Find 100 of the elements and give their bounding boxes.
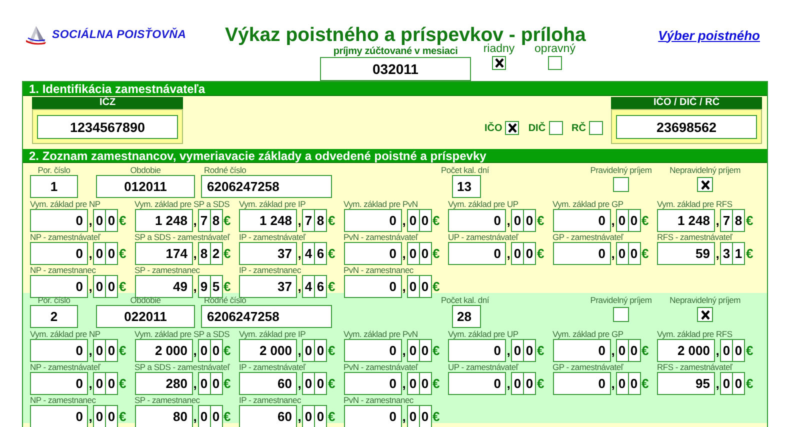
digit-field[interactable]: 0 <box>406 339 420 362</box>
digit-field[interactable]: 0 <box>302 372 315 395</box>
amount-field[interactable]: 0 <box>344 405 402 427</box>
amount-field[interactable]: 49 <box>134 275 192 298</box>
digit-field[interactable]: 7 <box>720 209 733 232</box>
digit-field[interactable]: 0 <box>93 242 106 265</box>
digit-field[interactable]: 7 <box>302 209 315 232</box>
digit-field[interactable]: 0 <box>105 372 118 395</box>
amount-field[interactable]: 0 <box>448 339 506 362</box>
amount-field[interactable]: 0 <box>30 242 88 265</box>
digit-field[interactable]: 0 <box>418 242 432 265</box>
input-field[interactable]: 022011 <box>96 305 195 328</box>
digit-field[interactable]: 0 <box>406 275 420 298</box>
checkbox[interactable] <box>613 307 629 322</box>
digit-field[interactable]: 0 <box>732 339 745 362</box>
amount-field[interactable]: 0 <box>448 242 506 265</box>
digit-field[interactable]: 0 <box>720 372 733 395</box>
input-field[interactable]: 6206247258 <box>201 305 332 328</box>
checkbox[interactable] <box>589 121 603 135</box>
digit-field[interactable]: 0 <box>105 209 118 232</box>
digit-field[interactable]: 0 <box>210 405 222 427</box>
digit-field[interactable]: 0 <box>406 405 420 427</box>
digit-field[interactable]: 0 <box>511 372 524 395</box>
amount-field[interactable]: 0 <box>552 242 610 265</box>
digit-field[interactable]: 0 <box>523 209 536 232</box>
digit-field[interactable]: 1 <box>732 242 745 265</box>
input-field[interactable]: 1 <box>30 175 78 198</box>
digit-field[interactable]: 0 <box>93 405 106 427</box>
digit-field[interactable]: 0 <box>105 275 118 298</box>
digit-field[interactable]: 4 <box>302 242 315 265</box>
digit-field[interactable]: 8 <box>314 209 327 232</box>
digit-field[interactable]: 0 <box>198 372 210 395</box>
digit-field[interactable]: 0 <box>628 209 640 232</box>
amount-field[interactable]: 0 <box>448 209 506 232</box>
amount-field[interactable]: 95 <box>657 372 715 395</box>
digit-field[interactable]: 0 <box>628 372 640 395</box>
amount-field[interactable]: 0 <box>344 242 402 265</box>
digit-field[interactable]: 0 <box>720 339 733 362</box>
checkbox[interactable] <box>505 121 520 135</box>
amount-field[interactable]: 2 000 <box>134 339 192 362</box>
amount-field[interactable]: 1 248 <box>239 209 297 232</box>
amount-field[interactable]: 0 <box>344 209 402 232</box>
digit-field[interactable]: 0 <box>418 209 432 232</box>
digit-field[interactable]: 6 <box>314 242 327 265</box>
amount-field[interactable]: 80 <box>134 405 192 427</box>
amount-field[interactable]: 2 000 <box>239 339 297 362</box>
digit-field[interactable]: 0 <box>628 242 640 265</box>
input-field[interactable]: 1234567890 <box>37 115 178 139</box>
amount-field[interactable]: 174 <box>134 242 192 265</box>
digit-field[interactable]: 0 <box>314 405 327 427</box>
amount-field[interactable]: 0 <box>344 339 402 362</box>
digit-field[interactable]: 0 <box>511 242 524 265</box>
amount-field[interactable]: 0 <box>30 372 88 395</box>
digit-field[interactable]: 0 <box>314 372 327 395</box>
digit-field[interactable]: 0 <box>93 209 106 232</box>
digit-field[interactable]: 0 <box>406 372 420 395</box>
amount-field[interactable]: 1 248 <box>657 209 715 232</box>
checkbox[interactable] <box>492 56 506 70</box>
digit-field[interactable]: 0 <box>418 405 432 427</box>
amount-field[interactable]: 60 <box>239 405 297 427</box>
amount-field[interactable]: 37 <box>239 242 297 265</box>
input-field[interactable]: 032011 <box>320 57 471 81</box>
amount-field[interactable]: 0 <box>30 209 88 232</box>
amount-field[interactable]: 0 <box>552 209 610 232</box>
digit-field[interactable]: 0 <box>198 339 210 362</box>
input-field[interactable]: 012011 <box>96 175 195 198</box>
link[interactable]: Výber poistného <box>658 28 760 42</box>
digit-field[interactable]: 0 <box>93 372 106 395</box>
input-field[interactable]: 2 <box>30 305 78 328</box>
digit-field[interactable]: 8 <box>732 209 745 232</box>
amount-field[interactable]: 0 <box>30 275 88 298</box>
digit-field[interactable]: 0 <box>93 339 106 362</box>
digit-field[interactable]: 3 <box>720 242 733 265</box>
digit-field[interactable]: 0 <box>302 339 315 362</box>
digit-field[interactable]: 0 <box>418 339 432 362</box>
amount-field[interactable]: 2 000 <box>657 339 715 362</box>
digit-field[interactable]: 9 <box>198 275 210 298</box>
amount-field[interactable]: 0 <box>448 372 506 395</box>
amount-field[interactable]: 60 <box>239 372 297 395</box>
amount-field[interactable]: 0 <box>344 372 402 395</box>
digit-field[interactable]: 0 <box>406 242 420 265</box>
input-field[interactable]: 28 <box>452 305 481 328</box>
digit-field[interactable]: 0 <box>314 339 327 362</box>
digit-field[interactable]: 0 <box>511 209 524 232</box>
input-field[interactable]: 23698562 <box>616 115 757 139</box>
checkbox[interactable] <box>548 56 562 70</box>
digit-field[interactable]: 0 <box>105 242 118 265</box>
digit-field[interactable]: 0 <box>523 372 536 395</box>
digit-field[interactable]: 6 <box>314 275 327 298</box>
digit-field[interactable]: 0 <box>418 372 432 395</box>
digit-field[interactable]: 0 <box>616 209 628 232</box>
digit-field[interactable]: 0 <box>511 339 524 362</box>
digit-field[interactable]: 0 <box>628 339 640 362</box>
digit-field[interactable]: 0 <box>105 339 118 362</box>
digit-field[interactable]: 0 <box>93 275 106 298</box>
digit-field[interactable]: 0 <box>523 339 536 362</box>
digit-field[interactable]: 0 <box>616 339 628 362</box>
amount-field[interactable]: 59 <box>657 242 715 265</box>
amount-field[interactable]: 280 <box>134 372 192 395</box>
amount-field[interactable]: 0 <box>552 339 610 362</box>
